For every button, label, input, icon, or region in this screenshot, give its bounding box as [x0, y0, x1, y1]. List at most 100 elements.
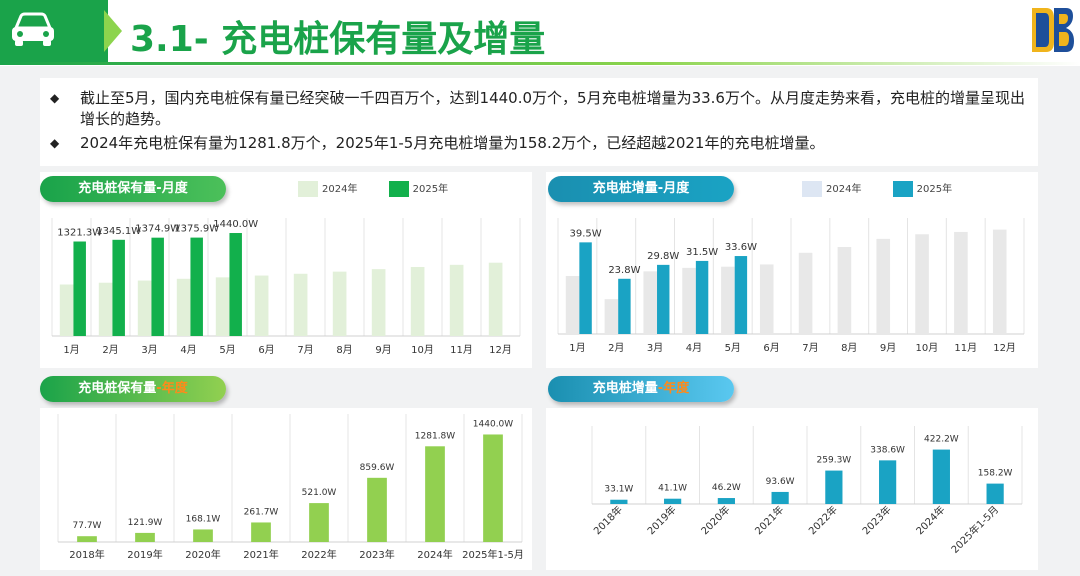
x-tick-label: 11月	[954, 342, 977, 354]
bar-2025	[657, 264, 670, 334]
x-tick-label: 4月	[686, 342, 702, 354]
bar	[986, 483, 1004, 504]
data-label: 1440.0W	[473, 419, 513, 429]
page-title: 3.1- 充电桩保有量及增量	[130, 19, 546, 60]
bar-2024	[682, 267, 696, 334]
bar-2024	[643, 271, 658, 334]
x-tick-label: 1月	[63, 344, 79, 356]
bar-2024	[954, 231, 968, 334]
panel-monthly-increment: 充电桩增量-月度 2024年 2025年 39.5W 1月 23.8W 2月 29.8W…	[546, 172, 1038, 368]
x-tick-label: 6月	[763, 342, 779, 354]
data-label: 261.7W	[244, 507, 279, 517]
bar	[771, 491, 789, 504]
bar-2024	[915, 234, 929, 334]
x-tick-label: 2022年	[301, 548, 336, 561]
x-tick-label: 7月	[297, 344, 313, 356]
x-tick-label: 11月	[450, 344, 473, 356]
bar-2024	[604, 299, 619, 334]
bar-2025	[190, 237, 203, 336]
bar-2024	[59, 284, 74, 336]
header-arrow-accent	[104, 10, 122, 52]
bar	[879, 460, 897, 504]
bar	[425, 446, 445, 542]
car-icon	[12, 12, 54, 46]
bar-2024	[215, 277, 230, 336]
x-tick-label: 4月	[180, 344, 196, 356]
x-tick-label: 2020年	[185, 548, 220, 561]
bar-2024	[98, 282, 113, 336]
data-label: 39.5W	[569, 228, 601, 239]
x-tick-label: 8月	[841, 342, 857, 354]
bar-2024	[488, 262, 503, 336]
bar-2024	[798, 252, 813, 334]
x-tick-label: 12月	[489, 344, 512, 356]
chart-yearly-increment: 33.1W2018年41.1W2019年46.2W2020年93.6W2021年…	[546, 408, 1038, 570]
data-label: 338.6W	[870, 445, 905, 455]
bar-2024	[721, 266, 735, 334]
bar	[135, 532, 155, 542]
bar	[367, 477, 387, 542]
data-label: 521.0W	[302, 488, 337, 498]
chart-yearly-stock: 77.7W 2018年 121.9W 2019年 168.1W 2020年 261.7W 20…	[40, 408, 532, 570]
bullet-text: 截止至5月，国内充电桩保有量已经突破一千四百万个，达到1440.0万个，5月充电…	[80, 89, 1025, 128]
plot-area	[40, 408, 532, 570]
bar-2024	[371, 269, 386, 336]
data-label: 1440.0W	[213, 219, 258, 230]
x-tick-label: 5月	[219, 344, 235, 356]
data-label: 41.1W	[658, 484, 687, 494]
bar	[664, 498, 682, 504]
x-tick-label: 2月	[608, 342, 624, 354]
bullet-text: 2024年充电桩保有量为1281.8万个，2025年1-5月充电桩增量为158.…	[80, 134, 825, 152]
data-label: 93.6W	[766, 477, 795, 487]
summary-box: ◆ 截止至5月，国内充电桩保有量已经突破一千四百万个，达到1440.0万个，5月…	[40, 78, 1038, 166]
bar	[932, 449, 950, 504]
x-tick-label: 7月	[802, 342, 818, 354]
panel-yearly-increment: 充电桩增量-年度 33.1W 2018年 41.1W 2019年 46.2W 2020年 9…	[546, 374, 1038, 570]
x-tick-label: 2019年	[127, 548, 162, 561]
data-label: 121.9W	[128, 518, 163, 528]
header-underline	[0, 62, 1080, 65]
bar	[251, 522, 271, 542]
x-tick-label: 2月	[102, 344, 118, 356]
bar-2024	[410, 266, 425, 336]
bar-2025	[112, 239, 125, 336]
panel-monthly-stock: 充电桩保有量-月度 2024年 2025年 1321.3W 1月 1345.1W 2月…	[40, 172, 532, 368]
data-label: 158.2W	[978, 469, 1013, 479]
data-label: 31.5W	[686, 247, 718, 258]
x-tick-label: 9月	[375, 344, 391, 356]
x-tick-label: 3月	[647, 342, 663, 354]
bar-2025	[151, 237, 164, 336]
data-label: 168.1W	[186, 514, 221, 524]
chart-monthly-increment: 39.5W 1月 23.8W 2月 29.8W 3月 31.5W 4月 33.6W 5月 6月 7月 8…	[557, 218, 1025, 354]
data-label: 77.7W	[73, 521, 102, 531]
bar	[193, 529, 213, 542]
x-tick-label: 10月	[411, 344, 434, 356]
data-label: 29.8W	[647, 251, 679, 262]
bar-2024	[876, 238, 891, 334]
data-label: 259.3W	[817, 456, 852, 466]
data-label: 422.2W	[924, 435, 959, 445]
x-tick-label: 3月	[141, 344, 157, 356]
data-label: 1281.8W	[415, 431, 455, 441]
data-label: 46.2W	[712, 483, 741, 493]
bar-2024	[565, 276, 580, 334]
x-tick-label: 2025年1-5月	[462, 548, 524, 561]
chart-monthly-stock: 1321.3W1月1345.1W2月1374.9W3月1375.9W4月1440…	[51, 218, 521, 356]
header: 3.1- 充电桩保有量及增量	[0, 0, 1080, 66]
x-tick-label: 5月	[725, 342, 741, 354]
bullet-symbol: ◆	[50, 136, 60, 150]
x-tick-label: 12月	[993, 342, 1016, 354]
bar-2024	[449, 264, 464, 336]
bar-2025	[618, 278, 631, 334]
data-label: 33.1W	[604, 485, 633, 495]
x-tick-label: 8月	[336, 344, 352, 356]
bar-2025	[73, 241, 86, 336]
bar	[610, 499, 628, 504]
bar-2025	[734, 256, 748, 334]
bar	[717, 498, 735, 504]
x-tick-label: 2018年	[69, 548, 104, 561]
panel-yearly-stock: 充电桩保有量-年度 77.7W 2018年 121.9W 2019年 168.1W 202…	[40, 374, 532, 570]
x-tick-label: 1月	[569, 342, 585, 354]
bar-2024	[332, 271, 347, 336]
bar	[825, 470, 843, 504]
